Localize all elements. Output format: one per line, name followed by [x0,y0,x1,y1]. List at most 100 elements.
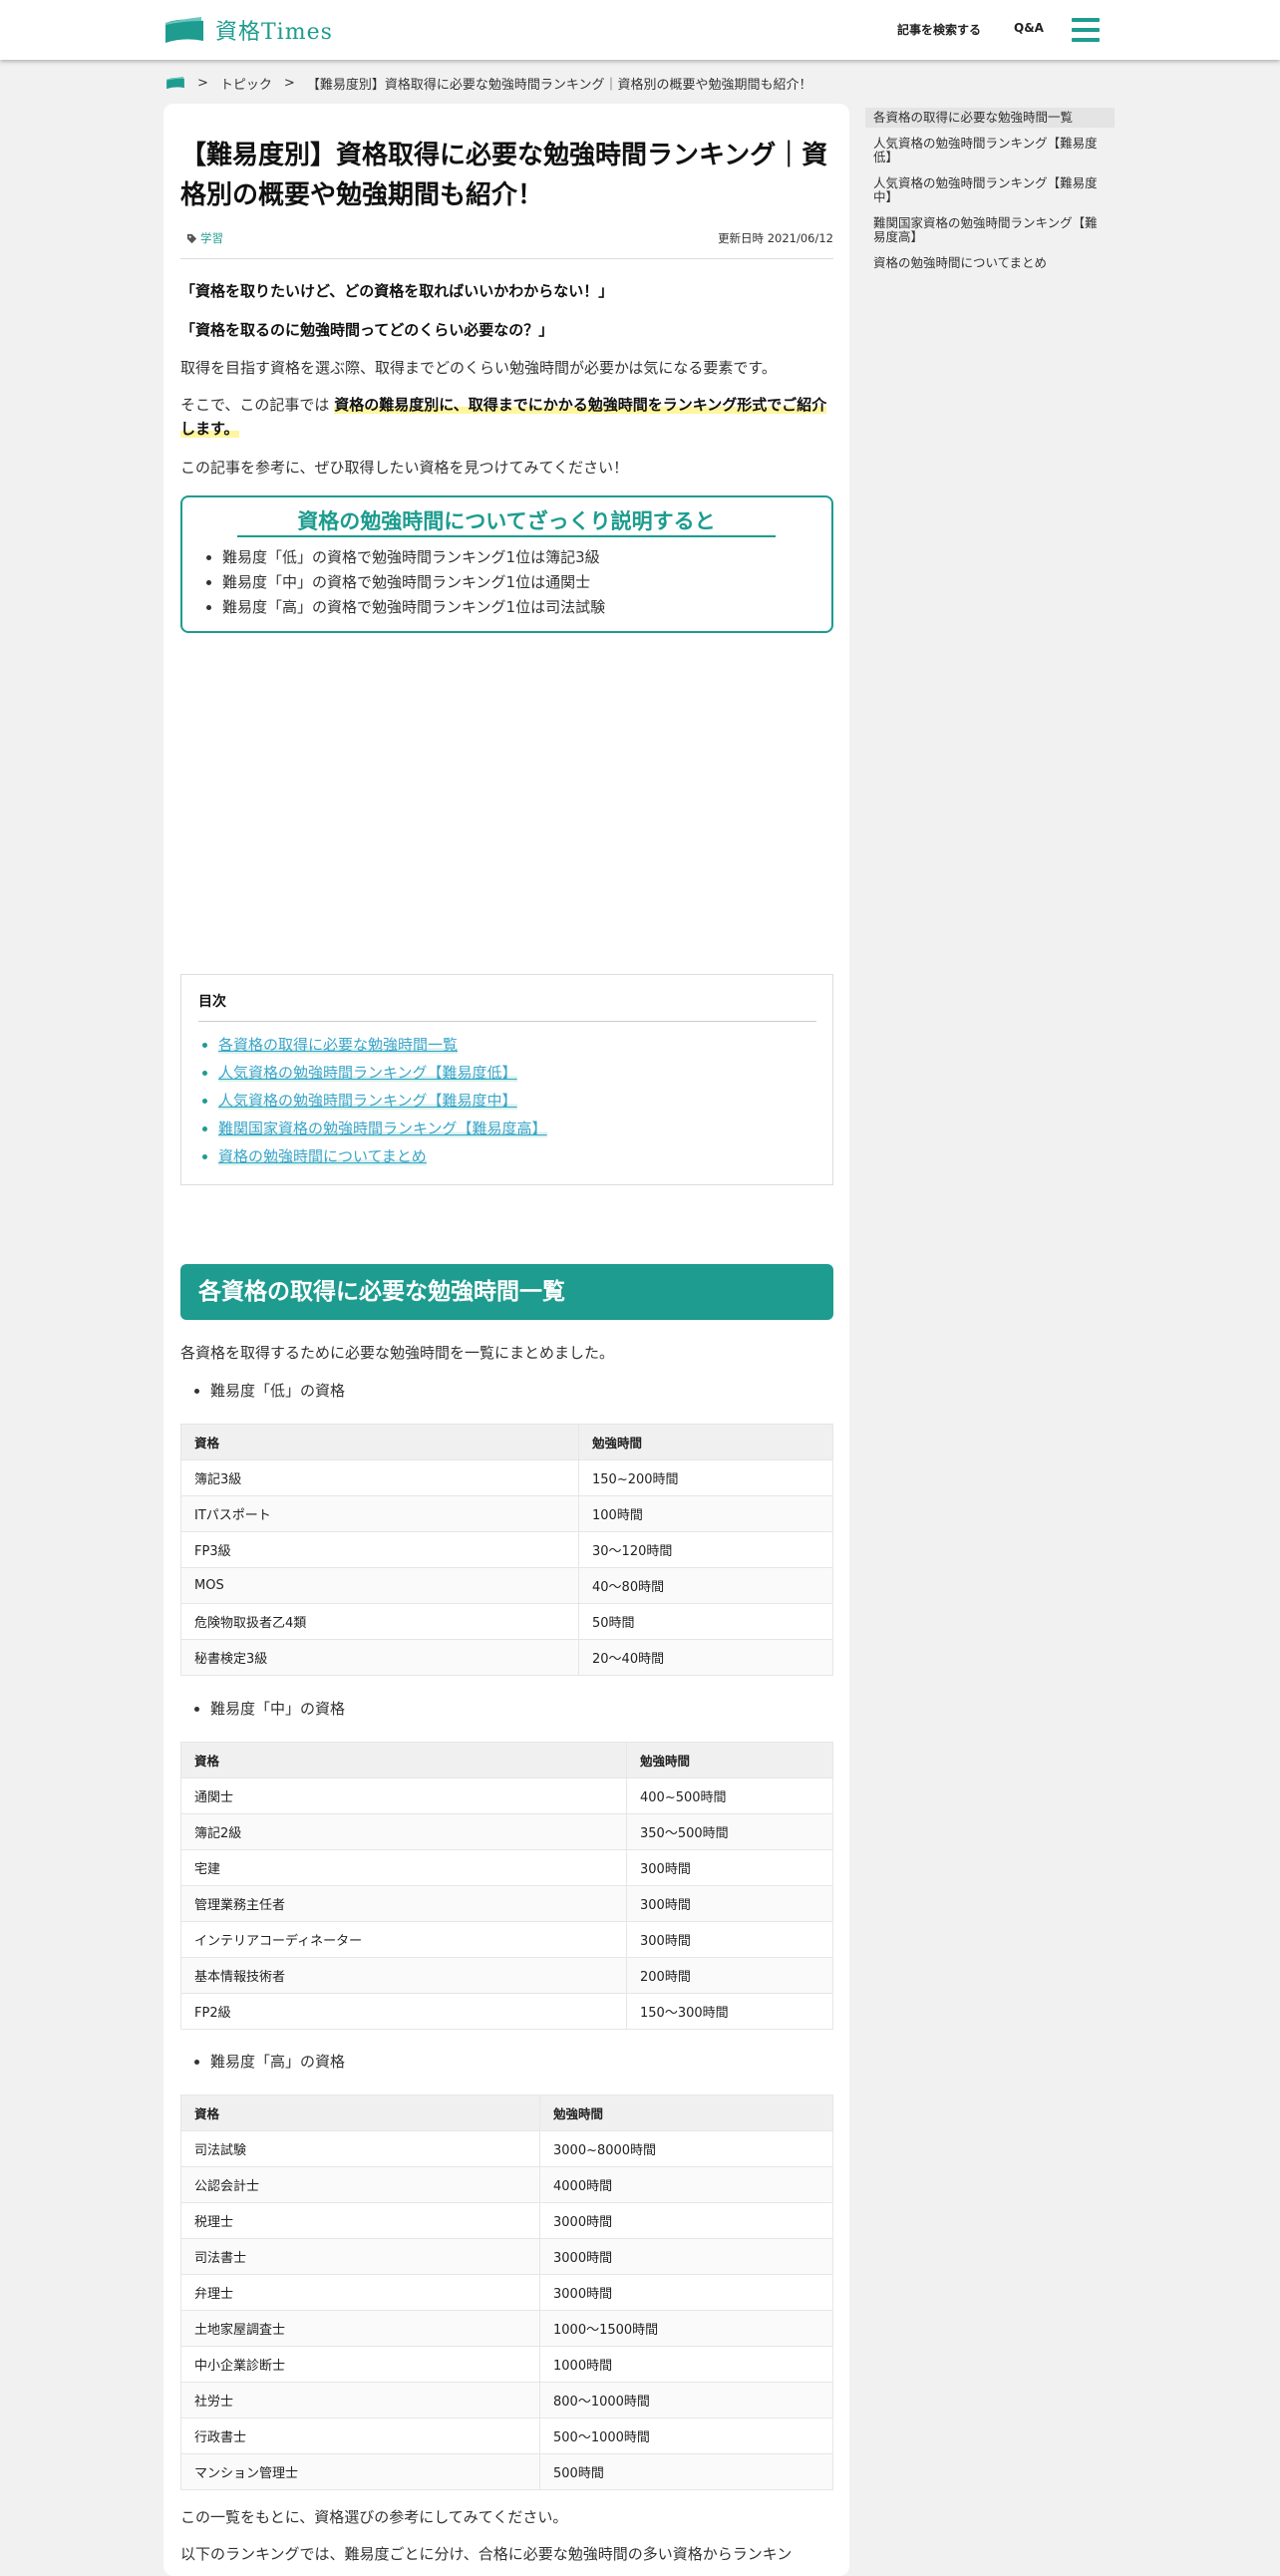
breadcrumb-current: 【難易度別】資格取得に必要な勉強時間ランキング｜資格別の概要や勉強期間も紹介！ [306,77,812,93]
table-row: マンション管理士 500時間 [180,2453,833,2490]
mid-difficulty-table: 資格 勉強時間 通関士 400~500時間 簿記2級 350〜500時間 宅建 300時間 管理… [180,1742,833,2030]
intro-quote-2: 「資格を取るのに勉強時間ってどのくらい必要なの？」 [180,321,554,339]
article-title: 【難易度別】資格取得に必要な勉強時間ランキング｜資格別の概要や勉強期間も紹介！ [180,141,828,210]
sidebar-item[interactable]: 難関国家資格の勉強時間ランキング【難易度高】 [865,213,1115,247]
qa-link[interactable]: Q&A [1014,21,1044,35]
section-heading: 各資格の取得に必要な勉強時間一覧 [180,1264,833,1320]
qualification-cell: 社労士 [180,2382,540,2418]
table-row: ITパスポート 100時間 [180,1495,833,1532]
table-header-name: 資格 [180,1742,627,1778]
study-time-cell: 1000時間 [539,2346,833,2383]
table-row: 司法書士 3000時間 [180,2238,833,2275]
summary-item: 難易度「高」の資格で勉強時間ランキング1位は司法試験 [222,595,605,620]
low-difficulty-label-list: 難易度「低」の資格 [180,1379,833,1403]
table-row: 行政書士 500〜1000時間 [180,2417,833,2454]
table-row: 公認会計士 4000時間 [180,2166,833,2203]
toc-link[interactable]: 資格の勉強時間についてまとめ [218,1147,427,1165]
qualification-cell: 公認会計士 [180,2166,540,2203]
high-difficulty-label: 難易度「高」の資格 [210,2050,833,2074]
table-of-contents: 目次 各資格の取得に必要な勉強時間一覧 人気資格の勉強時間ランキング【難易度低】… [180,974,833,1185]
table-row: 簿記3級 150~200時間 [180,1459,833,1496]
breadcrumb-topic[interactable]: トピック [220,74,272,93]
qualification-cell: 簿記2級 [180,1813,627,1850]
table-header-time: 勉強時間 [578,1424,833,1460]
category-tag[interactable]: 学習 [186,230,223,246]
section-lead: 各資格を取得するために必要な勉強時間を一覧にまとめました。 [180,1344,615,1362]
summary-item: 難易度「低」の資格で勉強時間ランキング1位は簿記3級 [222,545,605,570]
qualification-cell: 簿記3級 [180,1459,579,1496]
study-time-cell: 400~500時間 [626,1777,833,1814]
summary-list: 難易度「低」の資格で勉強時間ランキング1位は簿記3級 難易度「中」の資格で勉強時… [202,545,605,620]
table-header-time: 勉強時間 [539,2094,833,2131]
qualification-cell: 行政書士 [180,2417,540,2454]
sidebar-item[interactable]: 各資格の取得に必要な勉強時間一覧 [865,108,1115,128]
low-difficulty-label: 難易度「低」の資格 [210,1379,833,1403]
table-row: FP2級 150〜300時間 [180,1993,833,2030]
table-row: 簿記2級 350〜500時間 [180,1813,833,1850]
study-time-cell: 500時間 [539,2453,833,2490]
tag-icon [186,233,197,243]
qualification-cell: 秘書検定3級 [180,1639,579,1676]
study-time-cell: 150~200時間 [578,1459,833,1496]
qualification-cell: 司法試験 [180,2130,540,2167]
table-row: 中小企業診断士 1000時間 [180,2346,833,2383]
sidebar-item[interactable]: 人気資格の勉強時間ランキング【難易度中】 [865,173,1115,207]
table-row: 宅建 300時間 [180,1849,833,1886]
study-time-cell: 3000時間 [539,2202,833,2239]
table-row: 基本情報技術者 200時間 [180,1957,833,1994]
table-header-name: 資格 [180,2094,540,2131]
breadcrumb: > トピック > 【難易度別】資格取得に必要な勉強時間ランキング｜資格別の概要や… [165,73,811,93]
sidebar-toc: 各資格の取得に必要な勉強時間一覧 人気資格の勉強時間ランキング【難易度低】 人気… [865,108,1115,273]
table-row: 社労士 800〜1000時間 [180,2382,833,2418]
home-logo-icon[interactable] [165,76,185,90]
intro-highlight-paragraph: そこで、この記事では 資格の難易度別に、取得までにかかる勉強時間をランキング形式… [180,393,833,441]
qualification-cell: 土地家屋調査士 [180,2310,540,2347]
sidebar-item[interactable]: 人気資格の勉強時間ランキング【難易度低】 [865,134,1115,167]
intro-paragraph: 取得を目指す資格を選ぶ際、取得までどのくらい勉強時間が必要かは気になる要素です。 [180,359,777,377]
low-difficulty-table: 資格 勉強時間 簿記3級 150~200時間 ITパスポート 100時間 FP3級 30〜12… [180,1424,833,1676]
mid-difficulty-label: 難易度「中」の資格 [210,1697,833,1721]
search-articles-link[interactable]: 記事を検索する [897,21,981,38]
high-difficulty-label-list: 難易度「高」の資格 [180,2050,833,2074]
high-difficulty-table: 資格 勉強時間 司法試験 3000~8000時間 公認会計士 4000時間 税理士 3000時… [180,2094,833,2490]
sidebar-item[interactable]: 資格の勉強時間についてまとめ [865,253,1115,273]
qualification-cell: 管理業務主任者 [180,1885,627,1922]
study-time-cell: 350〜500時間 [626,1813,833,1850]
intro-quote-1: 「資格を取りたいけど、どの資格を取ればいいかわからない！」 [180,282,614,300]
site-logo[interactable]: 資格Times [163,14,333,46]
table-header-time: 勉強時間 [626,1742,833,1778]
qualification-cell: 税理士 [180,2202,540,2239]
study-time-cell: 30〜120時間 [578,1531,833,1568]
toc-link[interactable]: 各資格の取得に必要な勉強時間一覧 [218,1036,459,1054]
qualification-cell: MOS [180,1567,579,1604]
hamburger-menu-icon[interactable] [1072,18,1100,42]
article-card: 【難易度別】資格取得に必要な勉強時間ランキング｜資格別の概要や勉強期間も紹介！ … [163,104,849,2576]
table-row: 税理士 3000時間 [180,2202,833,2239]
toc-link[interactable]: 人気資格の勉強時間ランキング【難易度低】 [218,1064,517,1082]
summary-item: 難易度「中」の資格で勉強時間ランキング1位は通関士 [222,570,605,595]
qualification-cell: 中小企業診断士 [180,2346,540,2383]
study-time-cell: 1000〜1500時間 [539,2310,833,2347]
qualification-cell: FP3級 [180,1531,579,1568]
article-meta: 学習 更新日時 2021/06/12 [180,228,833,248]
toc-link[interactable]: 難関国家資格の勉強時間ランキング【難易度高】 [218,1120,547,1137]
intro-closing: この記事を参考に、ぜひ取得したい資格を見つけてみてください！ [180,459,629,477]
breadcrumb-separator: > [283,75,295,91]
table-row: 通関士 400~500時間 [180,1777,833,1814]
qualification-cell: 弁理士 [180,2274,540,2311]
toc-link[interactable]: 人気資格の勉強時間ランキング【難易度中】 [218,1092,517,1110]
qualification-cell: インテリアコーディネーター [180,1921,627,1958]
table-row: MOS 40〜80時間 [180,1567,833,1604]
breadcrumb-separator: > [197,75,208,91]
table-row: 管理業務主任者 300時間 [180,1885,833,1922]
toc-title: 目次 [198,994,226,1010]
table-header-name: 資格 [180,1424,579,1460]
summary-title: 資格の勉強時間についてざっくり説明すると [237,505,776,537]
study-time-cell: 100時間 [578,1495,833,1532]
site-header: 資格Times 記事を検索する Q&A [0,0,1280,60]
logo-text: 資格Times [215,20,333,45]
study-time-cell: 300時間 [626,1885,833,1922]
table-row: 弁理士 3000時間 [180,2274,833,2311]
section-after: この一覧をもとに、資格選びの参考にしてみてください。 [180,2508,568,2526]
study-time-cell: 800〜1000時間 [539,2382,833,2418]
